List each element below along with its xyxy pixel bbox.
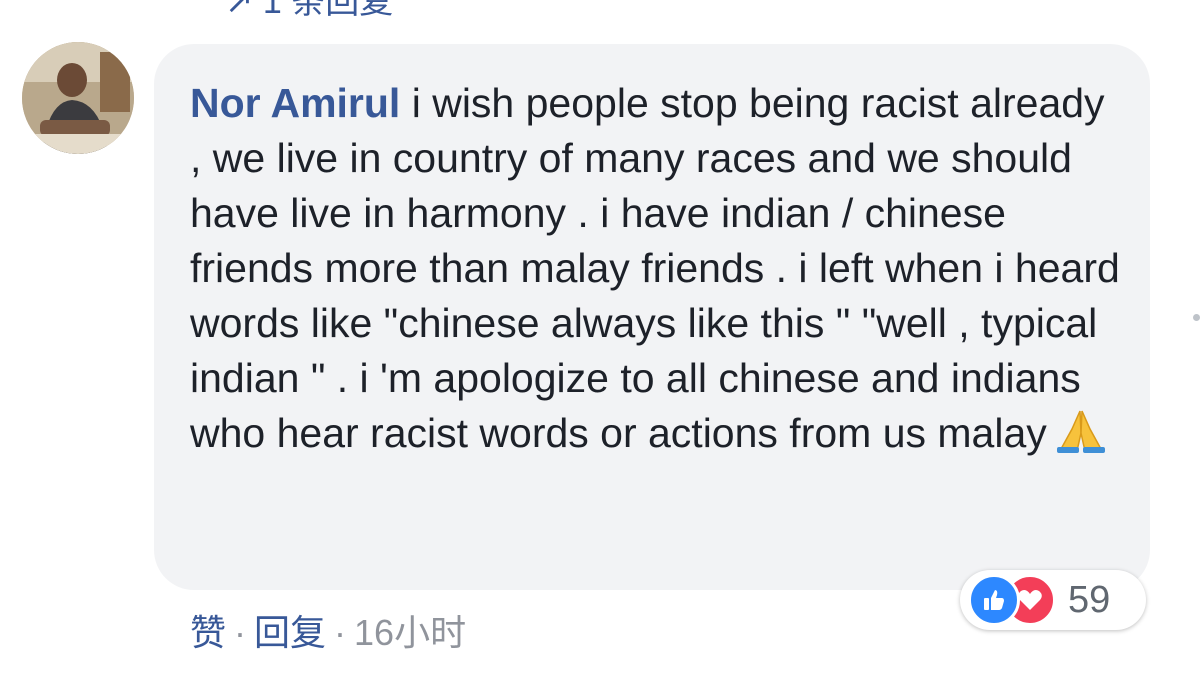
comment-timestamp[interactable]: 16小时 — [354, 604, 466, 656]
reaction-summary[interactable]: 59 — [960, 570, 1146, 630]
comment-text: i wish people stop being racist already … — [190, 80, 1120, 456]
like-icon — [968, 574, 1020, 626]
reaction-count: 59 — [1068, 578, 1111, 621]
separator: · — [334, 612, 347, 653]
comment-bubble: Nor Amirul i wish people stop being raci… — [154, 44, 1150, 590]
view-replies-link[interactable]: ↗ 1 条回复 — [225, 0, 393, 23]
like-button[interactable]: 赞 — [190, 604, 226, 656]
comment-actions: 赞 · 回复 · 16小时 — [190, 604, 466, 656]
comment-body: Nor Amirul i wish people stop being raci… — [190, 76, 1124, 467]
separator: · — [234, 612, 247, 653]
avatar[interactable] — [22, 42, 134, 154]
reply-button[interactable]: 回复 — [254, 604, 326, 656]
comment-thread: ↗ 1 条回复 Nor Amirul i wish people stop be… — [0, 0, 1200, 675]
scrollbar-dot[interactable] — [1193, 314, 1200, 321]
avatar-photo-icon — [22, 42, 134, 154]
folded-hands-icon — [1055, 409, 1107, 467]
view-replies-label: ↗ 1 条回复 — [225, 0, 394, 21]
comment-author-link[interactable]: Nor Amirul — [190, 80, 400, 126]
